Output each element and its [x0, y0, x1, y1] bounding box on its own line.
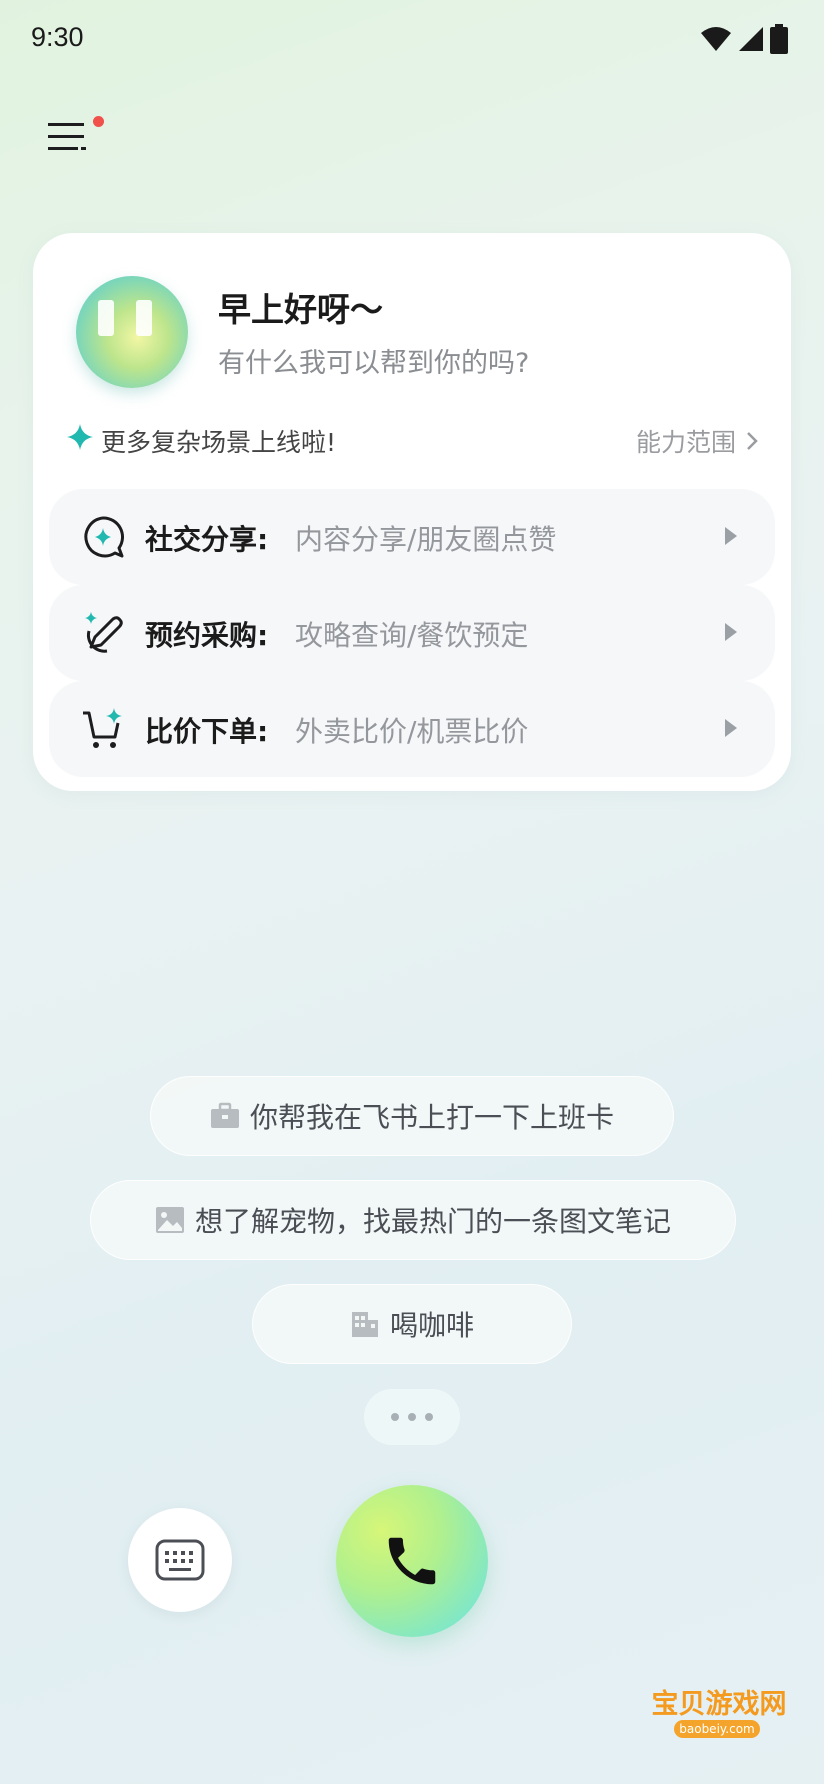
- keyboard-icon: [155, 1539, 205, 1581]
- play-arrow-icon: [725, 527, 737, 545]
- feature-item-social[interactable]: 社交分享: 内容分享/朋友圈点赞: [49, 489, 775, 585]
- greeting-subtitle: 有什么我可以帮到你的吗?: [218, 348, 530, 379]
- menu-icon: [48, 123, 86, 150]
- call-button[interactable]: [336, 1485, 488, 1637]
- dot: [408, 1413, 416, 1421]
- greeting-title: 早上好呀～: [218, 290, 383, 329]
- signal-icon: [739, 27, 763, 51]
- ability-range-label: 能力范围: [635, 428, 736, 457]
- feature-item-compare[interactable]: 比价下单: 外卖比价/机票比价: [49, 681, 775, 777]
- watermark-title: 宝贝游戏网: [651, 1689, 787, 1720]
- ability-range-link[interactable]: 能力范围: [636, 423, 758, 459]
- suggestion-chip-pet-notes[interactable]: 想了解宠物，找最热门的一条图文笔记: [90, 1180, 736, 1260]
- feature-desc: 外卖比价/机票比价: [295, 715, 529, 748]
- suggestion-text: 喝咖啡: [389, 1309, 474, 1342]
- status-bar: 9:30: [0, 0, 824, 80]
- suggestion-text: 你帮我在飞书上打一下上班卡: [249, 1101, 614, 1134]
- notice-text: 更多复杂场景上线啦!: [101, 428, 337, 457]
- more-suggestions-button[interactable]: [364, 1389, 460, 1445]
- feature-title: 比价下单:: [145, 715, 269, 748]
- phone-icon: [388, 1537, 436, 1585]
- battery-icon: [770, 24, 788, 54]
- feature-title: 社交分享:: [145, 523, 269, 556]
- building-icon: [351, 1312, 378, 1337]
- chevron-right-icon: [747, 432, 758, 450]
- status-time: 9:30: [31, 22, 84, 52]
- cart-sparkle-icon: [83, 708, 122, 748]
- suggestion-chip-clockin[interactable]: 你帮我在飞书上打一下上班卡: [150, 1076, 674, 1156]
- avatar-eye-right: [136, 300, 152, 336]
- avatar-eye-left: [98, 300, 114, 336]
- watermark-logo: 宝贝游戏网 baobeiy.com: [644, 1676, 794, 1758]
- watermark-subtitle: baobeiy.com: [674, 1720, 760, 1738]
- play-arrow-icon: [725, 719, 737, 737]
- status-icons: [700, 24, 788, 54]
- image-icon: [155, 1207, 184, 1233]
- feature-desc: 攻略查询/餐饮预定: [295, 619, 529, 652]
- menu-button[interactable]: [46, 120, 96, 166]
- suggestion-chip-coffee[interactable]: 喝咖啡: [252, 1284, 572, 1364]
- sparkle-icon: [67, 424, 93, 450]
- play-arrow-icon: [725, 623, 737, 641]
- dot: [425, 1413, 433, 1421]
- feature-title: 预约采购:: [145, 619, 269, 652]
- feature-desc: 内容分享/朋友圈点赞: [295, 523, 557, 556]
- pen-sparkle-icon: [85, 612, 123, 653]
- feature-item-booking[interactable]: 预约采购: 攻略查询/餐饮预定: [49, 585, 775, 681]
- keyboard-button[interactable]: [128, 1508, 232, 1612]
- dot: [391, 1413, 399, 1421]
- briefcase-icon: [210, 1102, 239, 1128]
- wifi-icon: [701, 27, 731, 51]
- chat-sparkle-icon: [84, 516, 124, 558]
- suggestion-text: 想了解宠物，找最热门的一条图文笔记: [194, 1205, 671, 1238]
- assistant-card: 早上好呀～ 有什么我可以帮到你的吗? 更多复杂场景上线啦! 能力范围 社交分享:…: [33, 233, 791, 791]
- assistant-avatar: [76, 276, 188, 388]
- notification-dot: [93, 116, 104, 127]
